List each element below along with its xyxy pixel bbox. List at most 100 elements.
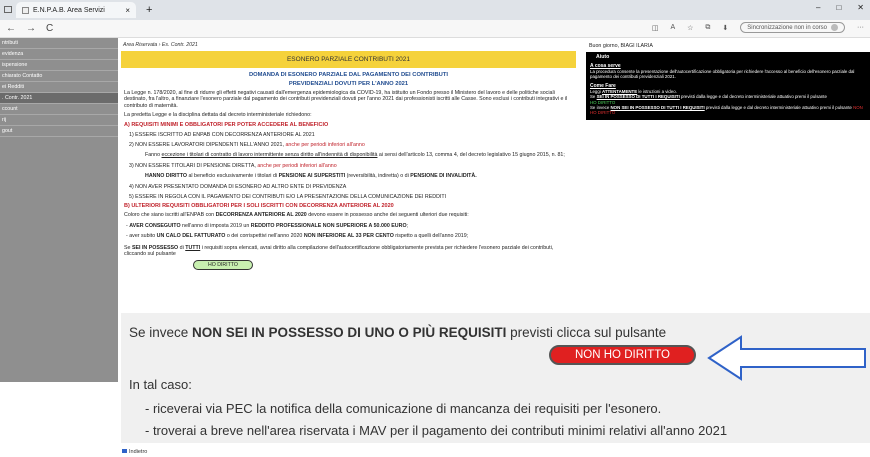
profile-avatar (831, 24, 838, 31)
req3-note-c: PENSIONE AI SUPERSTITI (278, 173, 346, 180)
howto-3a: Se invece (590, 105, 611, 111)
browser-titlebar: E.N.P.A.B. Area Servizi × + – □ ✕ (0, 0, 870, 20)
split-screen-icon[interactable]: ◫ (652, 24, 659, 32)
forward-arrow-icon[interactable]: → (26, 23, 36, 34)
sidebar-item[interactable]: ntributi (0, 38, 118, 49)
close-window-button[interactable]: ✕ (857, 3, 864, 12)
howto-3c: previsti dalla legge e dal decreto inter… (704, 105, 854, 111)
howto-1a: Leggi (590, 88, 602, 94)
requirement-b1: - AVER CONSEGUITO nell'anno di imposta 2… (121, 219, 576, 229)
main-content: Area Riservata › Es. Contr. 2021 ESONERO… (121, 38, 576, 270)
consequence-1: - riceverai via PEC la notifica della co… (145, 401, 662, 416)
howto-2a: Se (590, 94, 597, 100)
requirement-1: 1) ESSERE ISCRITTO AD ENPAB CON DECORREN… (129, 131, 315, 138)
favorites-icon[interactable]: ☆ (687, 24, 693, 32)
howto-1b: ATTENTAMENTE (601, 88, 638, 94)
nav-buttons: ← → C (0, 23, 53, 34)
non-ho-diritto-button[interactable]: NON HO DIRITTO (549, 345, 696, 365)
req2-note-link: eccezione i titolari di contratto di lav… (161, 152, 378, 159)
b2-e: rispetto a quelli dell'anno 2019; (393, 233, 469, 240)
new-tab-button[interactable]: + (146, 2, 152, 18)
help-box: Aiuto A cosa serve La procedura consente… (586, 52, 870, 120)
sidebar-item[interactable]: . Contr. 2021 (0, 93, 118, 104)
sidebar-item[interactable]: rij (0, 115, 118, 126)
requirement-5: 5) ESSERE IN REGOLA CON IL PAGAMENTO DEI… (129, 194, 447, 201)
read-aloud-icon[interactable]: A (670, 24, 675, 31)
more-menu-icon[interactable]: ··· (857, 24, 864, 31)
greeting: Buon giorno, BIAGI ILARIA (589, 43, 653, 49)
collections-icon[interactable]: ⧉ (705, 24, 710, 32)
non-possesso-text: Se invece NON SEI IN POSSESSO DI UNO O P… (129, 325, 666, 340)
b2-c: o dei corrispettivi nell'anno 2020 (225, 233, 304, 240)
back-icon (122, 449, 127, 453)
section-b-title: B) ULTERIORI REQUISITI OBBLIGATORI PER I… (124, 203, 394, 210)
section-b-intro: Coloro che siano iscritti all'ENPAB con … (121, 209, 576, 218)
requirement-2: 2) NON ESSERE LAVORATORI DIPENDENTI NELL… (121, 138, 576, 148)
refresh-icon[interactable]: C (46, 23, 53, 34)
req3-note-a: HANNO DIRITTO (145, 173, 187, 180)
line1-b: NON SEI IN POSSESSO DI UNO O PIÙ REQUISI… (192, 325, 507, 340)
sync-status-button[interactable]: Sincronizzazione non in corso (740, 22, 845, 33)
page-heading: DOMANDA DI ESONERO PARZIALE DAL PAGAMENT… (248, 72, 449, 78)
consequence-2: - troverai a breve nell'area riservata i… (145, 423, 728, 438)
in-tal-caso-text: In tal caso: (129, 377, 192, 392)
sidebar-item[interactable]: chiarato Contatto (0, 71, 118, 82)
close-tab-icon[interactable]: × (125, 6, 130, 15)
back-label: Indietro (129, 449, 148, 455)
line1-a: Se invece (129, 325, 193, 340)
requirement-3: 3) NON ESSERE TITOLARI DI PENSIONE DIRET… (121, 159, 576, 169)
req3-text: 3) NON ESSERE TITOLARI DI PENSIONE DIRET… (129, 162, 258, 169)
requirement-b2: - aver subito UN CALO DEL FATTURATO o de… (121, 229, 576, 239)
outro-paragraph: Se SEI IN POSSESSO di TUTTI i requisiti … (121, 240, 576, 258)
b-intro-c: devono essere in possesso anche dei segu… (306, 212, 469, 219)
intro-paragraph-2: La predetta Legge e la disciplina dettat… (124, 112, 312, 119)
howto-2c: previsti dalla legge e dal decreto inter… (679, 94, 827, 100)
maximize-button[interactable]: □ (836, 3, 841, 12)
sidebar-item[interactable]: ei Redditi (0, 82, 118, 93)
b1-c: nell'anno di imposta 2019 un (180, 222, 251, 229)
sidebar-list: ntributi evidenza ispensione chiarato Conta… (0, 38, 118, 137)
req3-note-d: (reversibilità, indiretta) o di (345, 173, 411, 180)
req3-note-red: anche per periodi inferiori all'anno (257, 162, 337, 169)
sync-label: Sincronizzazione non in corso (747, 24, 827, 31)
b1-e: ; (406, 222, 409, 229)
help-panel: Buon giorno, BIAGI ILARIA Aiuto A cosa s… (586, 38, 870, 120)
favicon-icon (22, 6, 29, 14)
sidebar-item[interactable]: evidenza (0, 49, 118, 60)
browser-tab[interactable]: E.N.P.A.B. Area Servizi × (16, 2, 136, 18)
requirement-4: 4) NON AVER PRESENTATO DOMANDA DI ESONER… (129, 183, 347, 190)
req2-note-a: Fanno (145, 152, 162, 159)
ho-diritto-button[interactable]: HO DIRITTO (193, 259, 253, 270)
intro-paragraph: La Legge n. 178/2020, al fine di ridurre… (124, 90, 568, 109)
req3-note-e: PENSIONE DI INVALIDITÀ. (410, 173, 477, 180)
sidebar-item[interactable]: ccount (0, 104, 118, 115)
sidebar-item[interactable]: ispensione (0, 60, 118, 71)
section-a-title: A) REQUISITI MINIMI E OBBLIGATORI PER PO… (124, 121, 329, 128)
back-link[interactable]: Indietro (122, 449, 147, 455)
outro-b: SEI IN POSSESSO (131, 244, 179, 251)
back-arrow-icon[interactable]: ← (6, 23, 16, 34)
howto-2b: SEI IN POSSESSO DI TUTTI I REQUISITI (596, 94, 680, 100)
help-howto-3: Se invece NON SEI IN POSSESSO DI TUTTI I… (590, 105, 866, 116)
window-menu-icon[interactable] (4, 5, 12, 13)
ho-diritto-row: HO DIRITTO (121, 258, 576, 270)
tab-strip: E.N.P.A.B. Area Servizi × + (0, 0, 152, 20)
pointer-arrow-icon (707, 335, 866, 381)
page-banner: ESONERO PARZIALE CONTRIBUTI 2021 (121, 51, 576, 68)
b1-d: REDDITO PROFESSIONALE NON SUPERIORE A 50… (250, 222, 407, 229)
b-intro-a: Coloro che siano iscritti all'ENPAB con (124, 212, 216, 219)
outro-a: Se (124, 244, 132, 251)
browser-toolbar: ◫ A ☆ ⧉ ⬇ Sincronizzazione non in corso … (652, 22, 864, 33)
extensions-icon[interactable]: ⬇ (722, 24, 728, 32)
help-title: Aiuto (596, 54, 610, 60)
b2-d: NON INFERIORE AL 33 PER CENTO (303, 233, 394, 240)
howto-2d: HO DIRITTO (590, 99, 616, 105)
req3-note-b: al beneficio esclusivamente i titolari d… (186, 173, 279, 180)
address-bar-row: ← → C ◫ A ☆ ⧉ ⬇ Sincronizzazione non in … (0, 20, 870, 38)
b2-b: UN CALO DEL FATTURATO (156, 233, 226, 240)
req2-note-red: anche per periodi inferiori all'anno (285, 142, 365, 149)
req2-note-b: ai sensi dell'articolo 13, comma 4, del … (377, 152, 565, 159)
req2-text: 2) NON ESSERE LAVORATORI DIPENDENTI NELL… (129, 142, 286, 149)
sidebar-item[interactable]: gout (0, 126, 118, 137)
minimize-button[interactable]: – (816, 3, 820, 12)
